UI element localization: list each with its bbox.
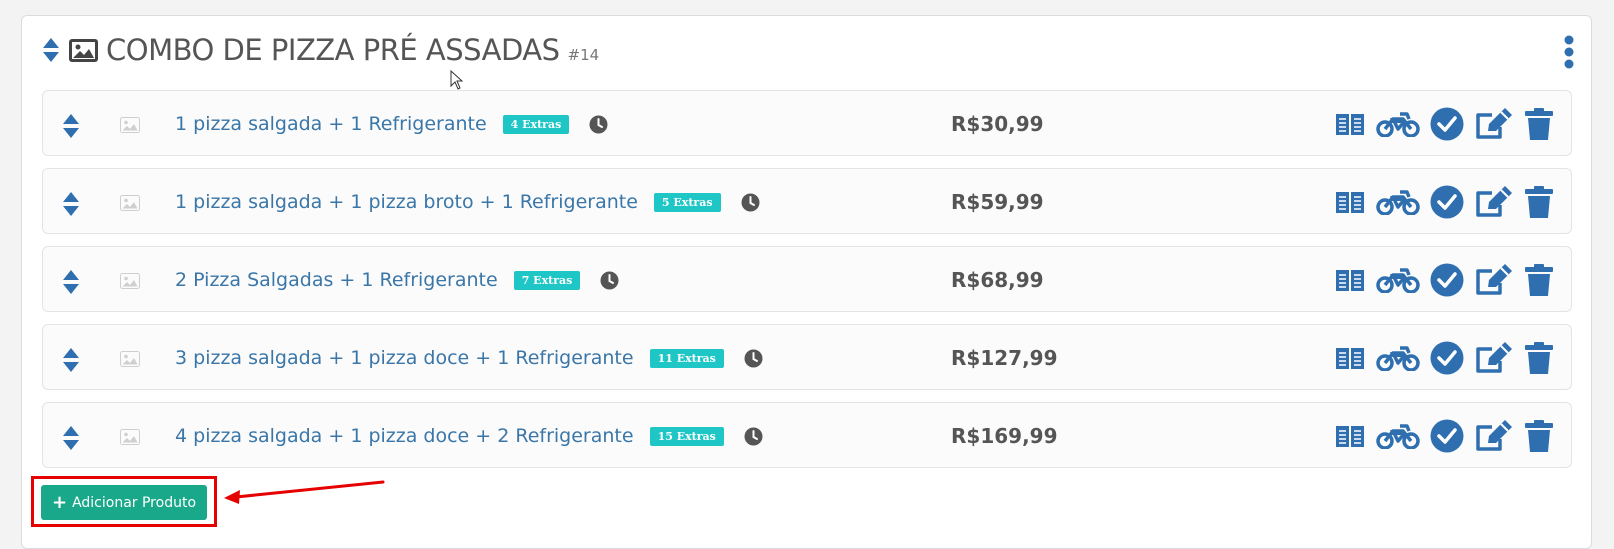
motorcycle-icon[interactable] [1376, 111, 1420, 137]
sort-icon[interactable] [62, 113, 80, 143]
row-actions [1334, 247, 1554, 313]
product-name-wrap: 1 pizza salgada + 1 Refrigerante 4 Extra… [175, 91, 608, 157]
trash-icon[interactable] [1524, 107, 1554, 141]
add-product-button[interactable]: + Adicionar Produto [41, 485, 207, 520]
check-circle-icon[interactable] [1430, 185, 1464, 219]
category-id: #14 [567, 46, 600, 64]
product-row: 4 pizza salgada + 1 pizza doce + 2 Refri… [42, 402, 1572, 468]
category-header: COMBO DE PIZZA PRÉ ASSADAS #14 [42, 30, 599, 70]
product-price: R$169,99 [951, 424, 1058, 448]
book-icon[interactable] [1334, 267, 1366, 293]
sort-icon[interactable] [62, 191, 80, 221]
book-icon[interactable] [1334, 345, 1366, 371]
product-price: R$30,99 [951, 112, 1044, 136]
trash-icon[interactable] [1524, 263, 1554, 297]
product-name[interactable]: 1 pizza salgada + 1 Refrigerante [175, 113, 487, 135]
category-card: COMBO DE PIZZA PRÉ ASSADAS #14 1 pizza s… [21, 15, 1592, 549]
image-placeholder-icon [120, 117, 140, 137]
trash-icon[interactable] [1524, 185, 1554, 219]
product-row: 3 pizza salgada + 1 pizza doce + 1 Refri… [42, 324, 1572, 390]
trash-icon[interactable] [1524, 341, 1554, 375]
red-arrow-annotation [220, 474, 390, 510]
product-row: 1 pizza salgada + 1 Refrigerante 4 Extra… [42, 90, 1572, 156]
image-icon[interactable] [69, 38, 98, 62]
row-actions [1334, 91, 1554, 157]
product-list: 1 pizza salgada + 1 Refrigerante 4 Extra… [42, 90, 1572, 480]
product-row: 2 Pizza Salgadas + 1 Refrigerante 7 Extr… [42, 246, 1572, 312]
product-name[interactable]: 1 pizza salgada + 1 pizza broto + 1 Refr… [175, 191, 638, 213]
sort-icon[interactable] [62, 347, 80, 377]
product-price: R$68,99 [951, 268, 1044, 292]
book-icon[interactable] [1334, 111, 1366, 137]
add-product-label: Adicionar Produto [72, 494, 197, 511]
product-name-wrap: 2 Pizza Salgadas + 1 Refrigerante 7 Extr… [175, 247, 619, 313]
extras-badge[interactable]: 7 Extras [513, 270, 581, 290]
motorcycle-icon[interactable] [1376, 189, 1420, 215]
trash-icon[interactable] [1524, 419, 1554, 453]
category-title: COMBO DE PIZZA PRÉ ASSADAS [106, 33, 560, 67]
motorcycle-icon[interactable] [1376, 267, 1420, 293]
book-icon[interactable] [1334, 189, 1366, 215]
product-price: R$59,99 [951, 190, 1044, 214]
check-circle-icon[interactable] [1430, 263, 1464, 297]
image-placeholder-icon [120, 273, 140, 293]
sort-icon[interactable] [42, 37, 60, 63]
motorcycle-icon[interactable] [1376, 345, 1420, 371]
sort-icon[interactable] [62, 269, 80, 299]
product-row: 1 pizza salgada + 1 pizza broto + 1 Refr… [42, 168, 1572, 234]
clock-icon[interactable] [744, 349, 763, 368]
clock-icon[interactable] [741, 193, 760, 212]
edit-icon[interactable] [1474, 341, 1514, 375]
image-placeholder-icon [120, 429, 140, 449]
motorcycle-icon[interactable] [1376, 423, 1420, 449]
image-placeholder-icon [120, 195, 140, 215]
edit-icon[interactable] [1474, 263, 1514, 297]
product-name[interactable]: 2 Pizza Salgadas + 1 Refrigerante [175, 269, 498, 291]
check-circle-icon[interactable] [1430, 341, 1464, 375]
extras-badge[interactable]: 11 Extras [649, 348, 724, 368]
product-name[interactable]: 3 pizza salgada + 1 pizza doce + 1 Refri… [175, 347, 634, 369]
check-circle-icon[interactable] [1430, 107, 1464, 141]
mouse-cursor-icon [450, 69, 464, 94]
edit-icon[interactable] [1474, 185, 1514, 219]
extras-badge[interactable]: 4 Extras [502, 114, 570, 134]
edit-icon[interactable] [1474, 107, 1514, 141]
product-name-wrap: 4 pizza salgada + 1 pizza doce + 2 Refri… [175, 403, 763, 469]
clock-icon[interactable] [744, 427, 763, 446]
clock-icon[interactable] [600, 271, 619, 290]
kebab-menu-icon[interactable] [1564, 35, 1574, 73]
product-price: R$127,99 [951, 346, 1058, 370]
book-icon[interactable] [1334, 423, 1366, 449]
product-name[interactable]: 4 pizza salgada + 1 pizza doce + 2 Refri… [175, 425, 634, 447]
check-circle-icon[interactable] [1430, 419, 1464, 453]
clock-icon[interactable] [589, 115, 608, 134]
product-name-wrap: 1 pizza salgada + 1 pizza broto + 1 Refr… [175, 169, 760, 235]
extras-badge[interactable]: 15 Extras [649, 426, 724, 446]
image-placeholder-icon [120, 351, 140, 371]
product-name-wrap: 3 pizza salgada + 1 pizza doce + 1 Refri… [175, 325, 763, 391]
extras-badge[interactable]: 5 Extras [653, 192, 721, 212]
sort-icon[interactable] [62, 425, 80, 455]
row-actions [1334, 169, 1554, 235]
row-actions [1334, 325, 1554, 391]
plus-icon: + [51, 492, 68, 513]
row-actions [1334, 403, 1554, 469]
edit-icon[interactable] [1474, 419, 1514, 453]
